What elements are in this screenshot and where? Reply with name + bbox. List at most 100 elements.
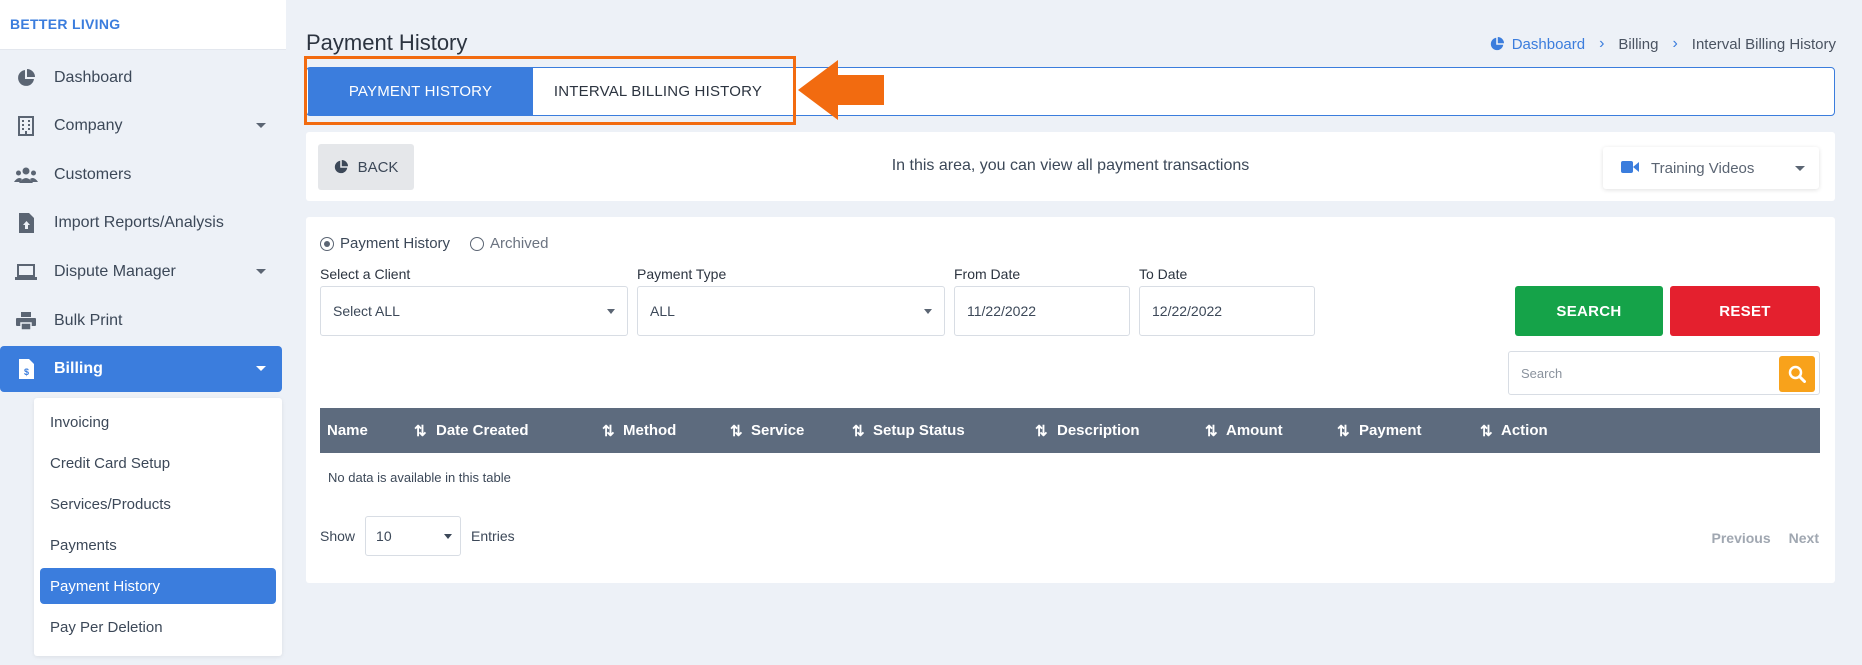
sidebar-item-company[interactable]: Company <box>0 103 282 149</box>
column-header-method[interactable]: Method <box>623 408 676 453</box>
breadcrumb-current: Interval Billing History <box>1691 35 1836 53</box>
submenu-item-label: Pay Per Deletion <box>50 618 163 636</box>
chevron-down-icon <box>1795 166 1805 171</box>
column-header-setup-status[interactable]: Setup Status <box>873 408 965 453</box>
users-icon <box>14 165 38 185</box>
column-header-label: Setup Status <box>873 422 965 439</box>
video-camera-icon <box>1621 160 1639 177</box>
submenu-item-label: Payments <box>50 536 117 554</box>
submenu-item-invoicing[interactable]: Invoicing <box>40 404 276 440</box>
to-date-value: 12/22/2022 <box>1152 303 1223 319</box>
from-date-label: From Date <box>954 266 1021 282</box>
sidebar-item-dashboard[interactable]: Dashboard <box>0 55 282 101</box>
payment-type-value: ALL <box>650 303 675 319</box>
radio-label: Archived <box>490 235 549 252</box>
sidebar-item-customers[interactable]: Customers <box>0 152 282 198</box>
sidebar-item-label: Bulk Print <box>54 312 123 329</box>
column-header-date-created[interactable]: Date Created <box>436 408 529 453</box>
to-date-input[interactable]: 12/22/2022 <box>1139 286 1315 336</box>
sidebar: BETTER LIVING Dashboard Company Customer… <box>0 0 290 665</box>
submenu-item-payments[interactable]: Payments <box>40 527 276 563</box>
entries-label: Entries <box>471 528 515 544</box>
chevron-down-icon <box>256 123 266 128</box>
submenu-item-pay-per-deletion[interactable]: Pay Per Deletion <box>40 609 276 645</box>
column-header-label: Payment <box>1359 422 1422 439</box>
chevron-down-icon <box>256 269 266 274</box>
search-input[interactable] <box>1509 352 1779 394</box>
training-videos-label: Training Videos <box>1651 159 1755 177</box>
highlight-box <box>304 56 796 125</box>
chevron-down-icon <box>256 366 266 371</box>
sidebar-item-label: Dispute Manager <box>54 263 176 280</box>
reset-button[interactable]: RESET <box>1670 286 1820 336</box>
to-date-label: To Date <box>1139 266 1188 282</box>
payment-history-card: Payment History Archived Select a Client… <box>306 217 1835 583</box>
sort-icon[interactable]: ⇅ <box>414 408 427 453</box>
breadcrumb: Dashboard › Billing › Interval Billing H… <box>1490 35 1836 53</box>
next-button[interactable]: Next <box>1789 530 1819 546</box>
radio-payment-history[interactable]: Payment History <box>320 235 450 252</box>
column-header-amount[interactable]: Amount <box>1226 408 1283 453</box>
submenu-item-label: Invoicing <box>50 413 110 431</box>
empty-table-message: No data is available in this table <box>328 470 511 485</box>
client-select[interactable]: Select ALL <box>320 286 628 336</box>
column-header-action[interactable]: Action <box>1501 408 1548 453</box>
sidebar-item-billing[interactable]: $ Billing <box>0 346 282 392</box>
radio-checked-icon <box>320 236 334 251</box>
printer-icon <box>14 311 38 331</box>
pie-chart-icon <box>1490 37 1504 51</box>
submenu-item-label: Credit Card Setup <box>50 454 171 472</box>
search-icon[interactable] <box>1779 356 1815 392</box>
column-header-label: Description <box>1057 422 1140 439</box>
svg-text:$: $ <box>23 367 28 377</box>
radio-unchecked-icon <box>470 236 485 251</box>
breadcrumb-billing[interactable]: Billing <box>1618 36 1658 53</box>
sidebar-item-bulk-print[interactable]: Bulk Print <box>0 298 282 344</box>
sort-icon[interactable]: ⇅ <box>1205 408 1218 453</box>
column-header-service[interactable]: Service <box>751 408 804 453</box>
laptop-icon <box>14 262 38 282</box>
show-label: Show <box>320 528 356 544</box>
submenu-item-services-products[interactable]: Services/Products <box>40 486 276 522</box>
sidebar-item-import-reports[interactable]: Import Reports/Analysis <box>0 200 282 246</box>
brand-logo[interactable]: BETTER LIVING <box>10 16 120 32</box>
info-bar: BACK In this area, you can view all paym… <box>306 132 1835 201</box>
from-date-value: 11/22/2022 <box>967 303 1037 319</box>
radio-label: Payment History <box>340 235 451 252</box>
column-header-label: Action <box>1501 422 1548 439</box>
sidebar-item-label: Dashboard <box>54 69 133 86</box>
submenu-item-label: Services/Products <box>50 495 171 513</box>
column-header-label: Service <box>751 422 805 439</box>
sort-icon[interactable]: ⇅ <box>1480 408 1493 453</box>
page-size-select[interactable]: 10 <box>365 516 462 556</box>
sidebar-item-dispute-manager[interactable]: Dispute Manager <box>0 249 282 295</box>
submenu-item-credit-card-setup[interactable]: Credit Card Setup <box>40 445 276 481</box>
payment-type-select[interactable]: ALL <box>637 286 945 336</box>
sort-icon[interactable]: ⇅ <box>1035 408 1048 453</box>
column-header-payment[interactable]: Payment <box>1359 408 1422 453</box>
submenu-item-payment-history[interactable]: Payment History <box>40 568 276 604</box>
sort-icon[interactable]: ⇅ <box>852 408 865 453</box>
breadcrumb-dashboard[interactable]: Dashboard <box>1490 36 1585 53</box>
training-videos-dropdown[interactable]: Training Videos <box>1603 147 1819 189</box>
column-header-label: Date Created <box>436 422 529 439</box>
payment-type-label: Payment Type <box>637 266 727 282</box>
previous-button[interactable]: Previous <box>1712 530 1771 546</box>
radio-archived[interactable]: Archived <box>470 235 548 252</box>
chevron-right-icon: › <box>1672 35 1678 52</box>
building-icon <box>14 116 38 136</box>
page-size-control: Show 10 Entries <box>320 516 515 556</box>
column-header-name[interactable]: Name <box>327 408 368 453</box>
table-header: Name ⇅ Date Created ⇅ Method ⇅ Service ⇅… <box>320 408 1820 453</box>
sort-icon[interactable]: ⇅ <box>1337 408 1350 453</box>
page-size-value: 10 <box>376 528 392 544</box>
column-header-description[interactable]: Description <box>1057 408 1140 453</box>
pie-chart-icon <box>14 68 38 88</box>
search-button[interactable]: SEARCH <box>1515 286 1663 336</box>
sort-icon[interactable]: ⇅ <box>730 408 743 453</box>
sort-desc-icon[interactable]: ⇅ <box>602 408 615 453</box>
chevron-right-icon: › <box>1599 35 1605 52</box>
pointer-arrow-icon <box>798 60 884 120</box>
sidebar-item-label: Customers <box>54 166 132 183</box>
from-date-input[interactable]: 11/22/2022 <box>954 286 1130 336</box>
